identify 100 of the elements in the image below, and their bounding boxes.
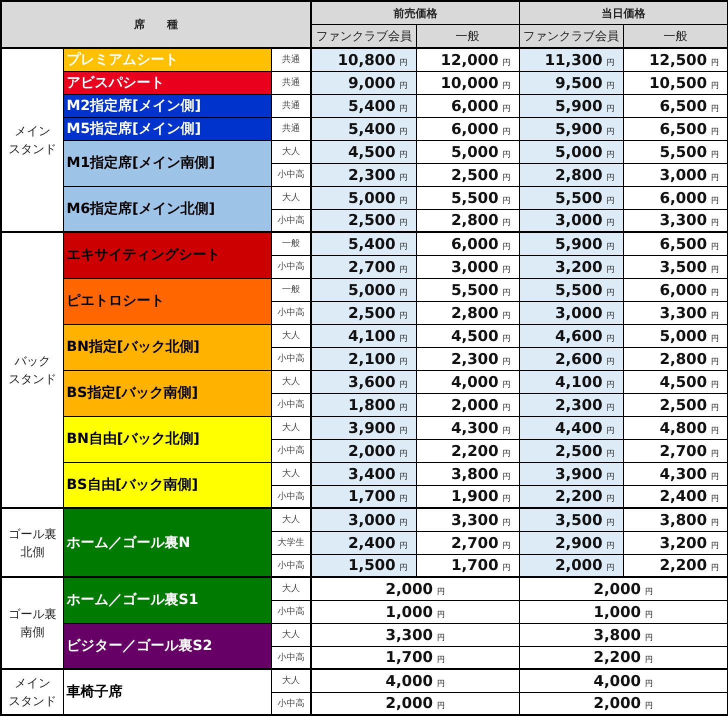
price-cell: 3,000 円 <box>519 301 624 324</box>
price-cell: 2,000 円 <box>519 554 624 577</box>
price-cell: 3,800 円 <box>416 462 520 485</box>
price-cell: 3,400 円 <box>311 462 416 485</box>
price-cell: 9,000 円 <box>311 71 416 94</box>
column-header: 一般 <box>623 24 728 48</box>
column-header: 一般 <box>416 24 520 48</box>
price-cell: 3,900 円 <box>311 416 416 439</box>
price-cell: 2,100 円 <box>311 347 416 370</box>
price-cell: 4,000 円 <box>416 370 520 393</box>
price-cell: 4,000 円 <box>311 669 520 692</box>
price-cell: 2,800 円 <box>519 163 624 186</box>
price-cell: 2,200 円 <box>416 439 520 462</box>
price-cell: 2,000 円 <box>311 577 520 600</box>
column-header: 当日価格 <box>519 1 728 24</box>
price-cell: 2,600 円 <box>519 347 624 370</box>
area-label: スタンド <box>7 141 58 158</box>
price-cell: 2,400 円 <box>311 531 416 554</box>
price-cell: 2,000 円 <box>311 439 416 462</box>
price-cell: 2,900 円 <box>519 531 624 554</box>
price-cell: 2,500 円 <box>416 163 520 186</box>
seat-name: 車椅子席 <box>63 669 271 715</box>
price-cell: 1,800 円 <box>311 393 416 416</box>
price-cell: 4,000 円 <box>519 669 728 692</box>
price-cell: 2,000 円 <box>416 393 520 416</box>
price-cell: 6,000 円 <box>416 94 520 117</box>
price-cell: 5,000 円 <box>416 140 520 163</box>
price-cell: 3,800 円 <box>519 623 728 646</box>
price-cell: 6,000 円 <box>416 232 520 255</box>
price-cell: 3,000 円 <box>311 508 416 531</box>
area-label: メイン <box>13 675 52 692</box>
price-cell: 5,000 円 <box>311 186 416 209</box>
price-cell: 3,500 円 <box>519 508 624 531</box>
price-cell: 4,600 円 <box>519 324 624 347</box>
seat-name: ホーム／ゴール裏S1 <box>63 577 271 623</box>
price-cell: 5,900 円 <box>519 232 624 255</box>
price-cell: 5,900 円 <box>519 94 624 117</box>
area-label: メイン <box>13 123 52 140</box>
price-cell: 2,300 円 <box>416 347 520 370</box>
area-label: スタンド <box>7 371 58 388</box>
price-cell: 5,400 円 <box>311 117 416 140</box>
price-cell: 5,000 円 <box>311 278 416 301</box>
price-cell: 2,500 円 <box>519 439 624 462</box>
price-cell: 5,900 円 <box>519 117 624 140</box>
price-cell: 5,500 円 <box>416 186 520 209</box>
seat-name: アビスパシート <box>63 71 271 94</box>
price-cell: 2,200 円 <box>519 646 728 669</box>
area-label: ゴール裏 <box>7 606 58 623</box>
price-cell: 6,500 円 <box>623 232 728 255</box>
column-header: 前売価格 <box>311 1 520 24</box>
price-cell: 1,000 円 <box>519 600 728 623</box>
price-cell: 1,700 円 <box>311 485 416 508</box>
price-cell: 11,300 円 <box>519 48 624 71</box>
price-cell: 12,000 円 <box>416 48 520 71</box>
seat-name: M5指定席[メイン側] <box>63 117 271 140</box>
price-cell: 3,900 円 <box>519 462 624 485</box>
price-cell: 12,500 円 <box>623 48 728 71</box>
price-cell: 5,500 円 <box>519 278 624 301</box>
seat-name: M2指定席[メイン側] <box>63 94 271 117</box>
price-cell: 2,300 円 <box>519 393 624 416</box>
area-label: バック <box>13 353 52 370</box>
price-cell: 5,000 円 <box>519 140 624 163</box>
seat-name: BN自由[バック北側] <box>63 416 271 462</box>
price-cell: 3,000 円 <box>416 255 520 278</box>
price-cell: 2,300 円 <box>311 163 416 186</box>
price-cell: 3,600 円 <box>311 370 416 393</box>
price-cell: 5,400 円 <box>311 94 416 117</box>
price-cell: 10,800 円 <box>311 48 416 71</box>
price-cell: 2,700 円 <box>311 255 416 278</box>
seat-name: BS指定[バック南側] <box>63 370 271 416</box>
price-cell: 2,000 円 <box>519 692 728 715</box>
price-cell: 2,000 円 <box>311 692 520 715</box>
price-cell: 1,700 円 <box>311 646 520 669</box>
price-cell: 5,500 円 <box>416 278 520 301</box>
price-cell: 2,500 円 <box>311 301 416 324</box>
price-cell: 5,400 円 <box>311 232 416 255</box>
price-cell: 3,300 円 <box>416 508 520 531</box>
price-cell: 5,500 円 <box>519 186 624 209</box>
price-cell: 2,700 円 <box>416 531 520 554</box>
seat-name: M1指定席[メイン南側] <box>63 140 271 186</box>
price-cell: 3,200 円 <box>519 255 624 278</box>
price-cell: 1,500 円 <box>311 554 416 577</box>
column-header: 席 種 <box>1 1 312 48</box>
area-label: スタンド <box>7 693 58 710</box>
price-cell: 4,300 円 <box>416 416 520 439</box>
area-label: ゴール裏 <box>7 526 58 542</box>
price-cell: 4,500 円 <box>311 140 416 163</box>
price-cell: 2,200 円 <box>519 485 624 508</box>
area-label: 南側 <box>19 624 46 641</box>
seat-name: BS自由[バック南側] <box>63 462 271 508</box>
area-label: 北側 <box>19 544 46 560</box>
price-cell: 10,000 円 <box>416 71 520 94</box>
price-cell: 6,000 円 <box>416 117 520 140</box>
seat-name: ビジター／ゴール裏S2 <box>63 623 271 669</box>
price-cell: 2,800 円 <box>416 301 520 324</box>
seat-name: BN指定[バック北側] <box>63 324 271 370</box>
price-cell: 2,500 円 <box>311 209 416 232</box>
seat-name: M6指定席[メイン北側] <box>63 186 271 232</box>
seat-name: エキサイティングシート <box>63 232 271 278</box>
price-cell: 3,000 円 <box>519 209 624 232</box>
